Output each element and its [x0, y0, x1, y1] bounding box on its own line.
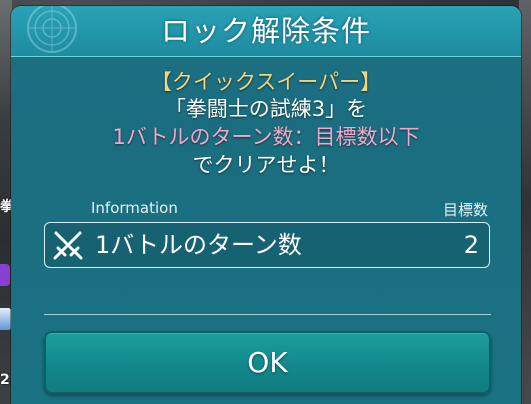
instruction-text: でクリアせよ！ [192, 153, 340, 177]
ok-button-label: OK [247, 346, 288, 379]
unlock-condition-dialog: ロック解除条件 【クイックスイーパー】 「拳闘士の試練3」を 1バトルのターン数… [11, 6, 521, 404]
condition-text: 1バトルのターン数：目標数以下 [112, 125, 420, 149]
dialog-title: ロック解除条件 [160, 14, 371, 48]
mission-name: 【クイックスイーパー】 [150, 70, 382, 94]
quest-name: 「拳闘士の試練3」を [164, 97, 368, 121]
ok-button[interactable]: OK [44, 331, 491, 394]
background-text-2: 2 [0, 372, 10, 388]
dialog-header: ロック解除条件 [11, 6, 521, 57]
information-label: Information [91, 199, 178, 217]
crossed-swords-icon [53, 231, 83, 260]
condition-label: 1バトルのターン数 [95, 231, 302, 259]
condition-row: 1バトルのターン数 2 [44, 222, 490, 268]
goal-header: 目標数 [442, 201, 488, 219]
condition-goal-value: 2 [463, 231, 479, 259]
background-purple-tab [0, 264, 10, 286]
divider [44, 314, 491, 315]
